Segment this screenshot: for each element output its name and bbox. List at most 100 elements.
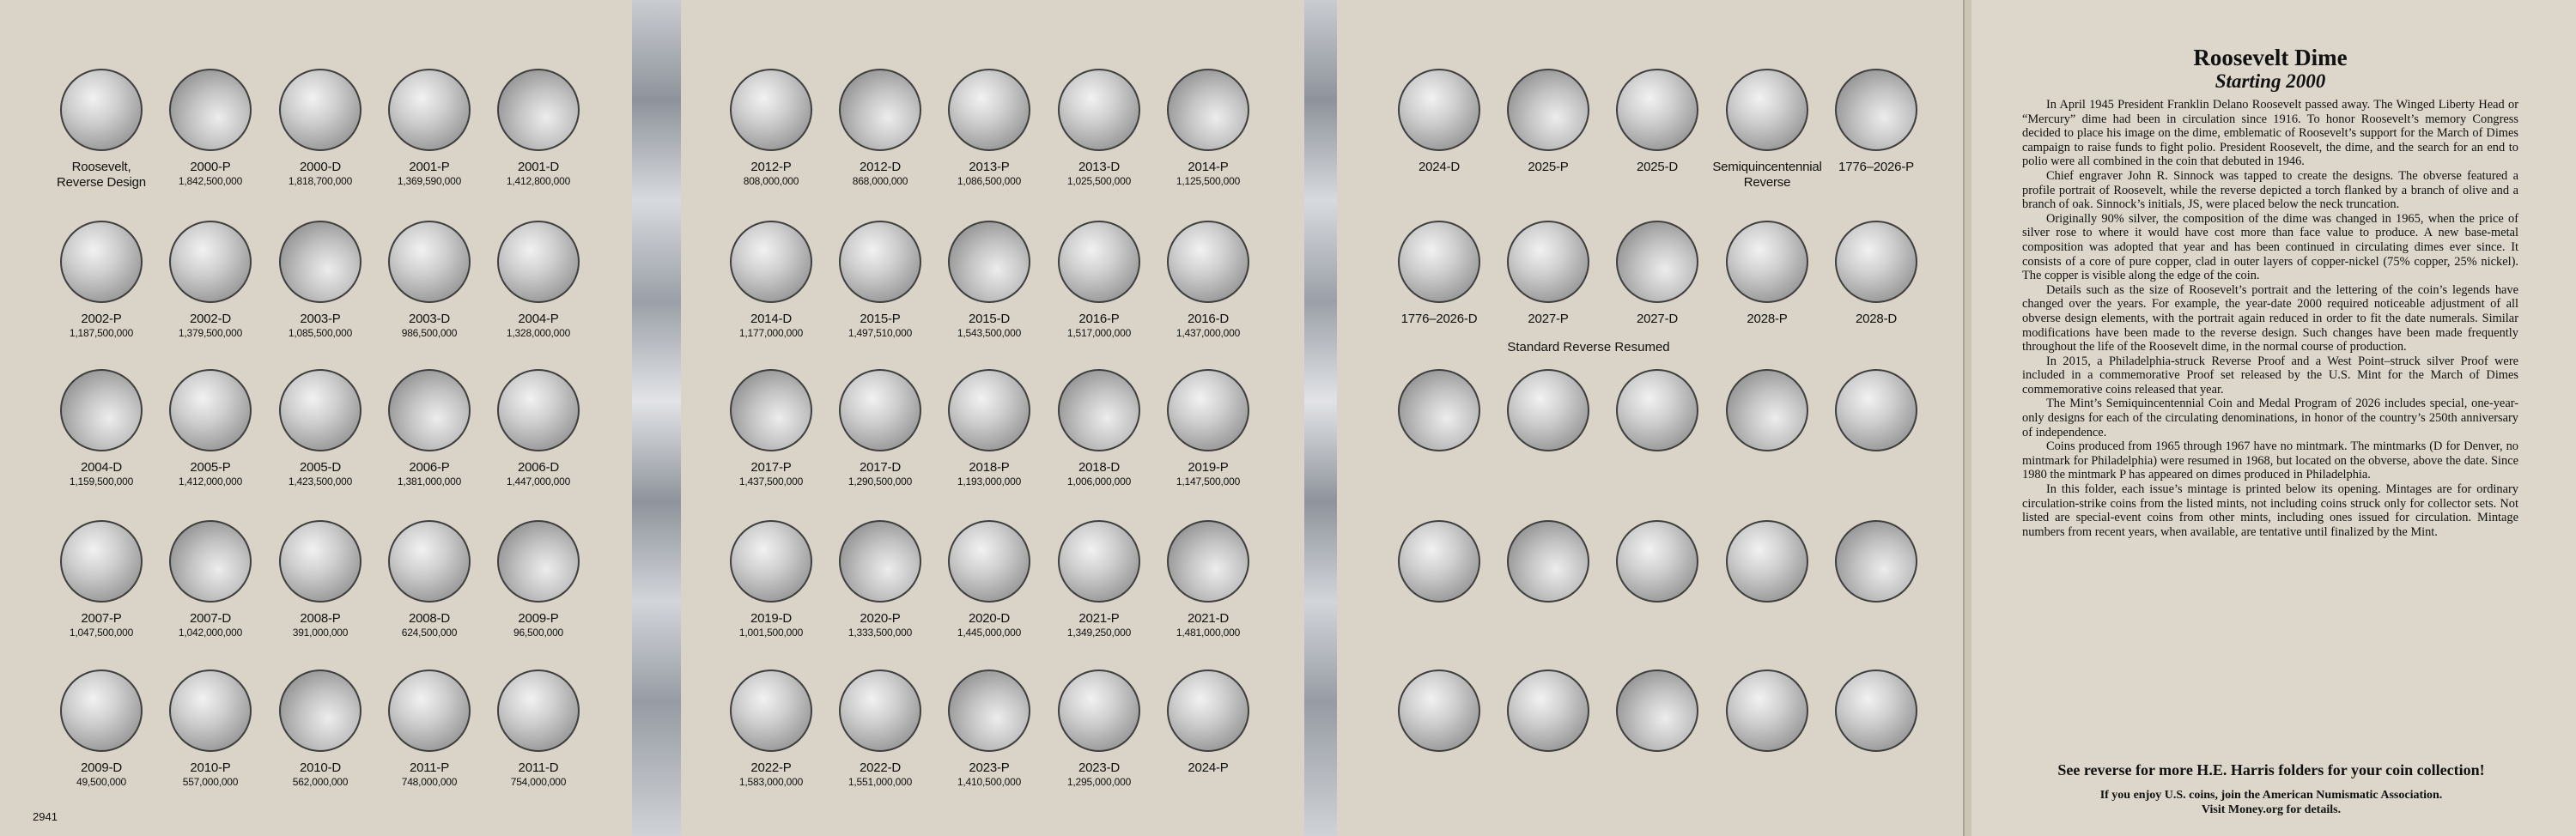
coin-slot[interactable] [1835, 221, 1917, 303]
coin-slot[interactable] [1616, 520, 1698, 603]
coin-slot[interactable] [60, 221, 143, 303]
coin-slot[interactable] [1835, 69, 1917, 151]
coin-slot[interactable] [839, 520, 921, 603]
coin-slot[interactable] [279, 69, 361, 151]
coin-date-label: 2016-D [1188, 312, 1229, 326]
coin-mintage: 1,437,000,000 [1176, 327, 1241, 339]
coin-slot[interactable] [1507, 221, 1589, 303]
history-paragraph: The Mint’s Semiquincentennial Coin and M… [2022, 397, 2518, 439]
coin-slot[interactable] [388, 669, 471, 752]
coin-slot[interactable] [60, 369, 143, 451]
coin-slot[interactable] [1167, 669, 1249, 752]
coin-slot[interactable] [730, 520, 812, 603]
coin-mintage: 1,125,500,000 [1176, 175, 1241, 187]
coin-slot[interactable] [1616, 69, 1698, 151]
coin-slot[interactable] [1507, 520, 1589, 603]
coin-slot[interactable] [388, 369, 471, 451]
coin-slot[interactable] [730, 69, 812, 151]
coin-date-label: 2001-D [518, 160, 559, 174]
coin-slot[interactable] [279, 221, 361, 303]
coin-slot[interactable] [1398, 369, 1480, 451]
coin-slot[interactable] [1726, 520, 1808, 603]
coin-slot[interactable] [948, 369, 1030, 451]
folder-footer: See reverse for more H.E. Harris folders… [2001, 760, 2542, 817]
catalog-number: 2941 [33, 810, 58, 823]
coin-slot[interactable] [839, 221, 921, 303]
coin-date-label: 2028-D [1856, 312, 1897, 326]
coin-slot[interactable] [1167, 369, 1249, 451]
coin-slot[interactable] [839, 669, 921, 752]
coin-slot[interactable] [1616, 369, 1698, 451]
coin-slot[interactable] [169, 221, 252, 303]
coin-slot[interactable] [1835, 520, 1917, 603]
coin-slot[interactable] [1616, 221, 1698, 303]
coin-slot[interactable] [1167, 69, 1249, 151]
coin-slot[interactable] [1058, 221, 1140, 303]
coin-slot[interactable] [1058, 369, 1140, 451]
folder-spine-1 [632, 0, 681, 836]
folder-spine-2 [1304, 0, 1337, 836]
coin-date-label: 2024-P [1188, 760, 1229, 775]
coin-slot[interactable] [1398, 669, 1480, 752]
coin-slot[interactable] [948, 520, 1030, 603]
coin-slot[interactable] [1167, 221, 1249, 303]
footer-line: Visit Money.org for details. [2201, 803, 2342, 816]
coin-label: 2019-P 1,147,500,000 [1144, 460, 1273, 488]
coin-slot[interactable] [730, 669, 812, 752]
coin-slot[interactable] [1058, 520, 1140, 603]
coin-slot[interactable] [1616, 669, 1698, 752]
coin-slot[interactable] [169, 669, 252, 752]
coin-label: 2016-D 1,437,000,000 [1144, 312, 1273, 340]
coin-slot[interactable] [1726, 369, 1808, 451]
coin-mintage: 1,412,800,000 [506, 175, 571, 187]
coin-slot[interactable] [497, 69, 580, 151]
coin-slot[interactable] [1507, 69, 1589, 151]
coin-slot[interactable] [1058, 669, 1140, 752]
coin-slot[interactable] [169, 520, 252, 603]
coin-slot[interactable] [1167, 520, 1249, 603]
coin-slot[interactable] [497, 520, 580, 603]
coin-slot[interactable] [948, 669, 1030, 752]
coin-slot[interactable] [1058, 69, 1140, 151]
coin-slot[interactable] [1398, 221, 1480, 303]
folder-title: Roosevelt Dime [2193, 45, 2348, 70]
coin-slot[interactable] [730, 369, 812, 451]
coin-folder: Standard Reverse Resumed 2941 Roosevelt … [0, 0, 2576, 836]
coin-slot[interactable] [388, 69, 471, 151]
history-paragraph: Originally 90% silver, the composition o… [2022, 211, 2518, 283]
footer-headline: See reverse for more H.E. Harris folders… [2057, 761, 2485, 778]
coin-slot[interactable] [1726, 69, 1808, 151]
coin-slot[interactable] [60, 520, 143, 603]
coin-slot[interactable] [388, 520, 471, 603]
coin-slot[interactable] [60, 669, 143, 752]
coin-slot[interactable] [388, 221, 471, 303]
coin-slot[interactable] [1398, 69, 1480, 151]
coin-slot[interactable] [279, 520, 361, 603]
coin-slot[interactable] [730, 221, 812, 303]
coin-mintage: 1,481,000,000 [1176, 627, 1241, 639]
coin-slot[interactable] [1835, 669, 1917, 752]
coin-slot[interactable] [1398, 520, 1480, 603]
coin-slot[interactable] [60, 69, 143, 151]
coin-slot[interactable] [1726, 669, 1808, 752]
coin-slot[interactable] [279, 369, 361, 451]
coin-slot[interactable] [948, 69, 1030, 151]
coin-slot[interactable] [169, 69, 252, 151]
coin-slot[interactable] [497, 221, 580, 303]
coin-slot[interactable] [1507, 369, 1589, 451]
coin-label: 2004-P 1,328,000,000 [474, 312, 603, 340]
coin-date-label: 2021-D [1188, 611, 1229, 626]
coin-slot[interactable] [1835, 369, 1917, 451]
coin-slot[interactable] [279, 669, 361, 752]
history-paragraph: Coins produced from 1965 through 1967 ha… [2022, 439, 2518, 482]
coin-label: 2028-D [1812, 312, 1941, 327]
coin-slot[interactable] [169, 369, 252, 451]
coin-date-label: 2019-P [1188, 460, 1229, 475]
coin-slot[interactable] [839, 69, 921, 151]
coin-slot[interactable] [948, 221, 1030, 303]
coin-slot[interactable] [1507, 669, 1589, 752]
coin-slot[interactable] [497, 369, 580, 451]
coin-slot[interactable] [1726, 221, 1808, 303]
coin-slot[interactable] [497, 669, 580, 752]
coin-slot[interactable] [839, 369, 921, 451]
